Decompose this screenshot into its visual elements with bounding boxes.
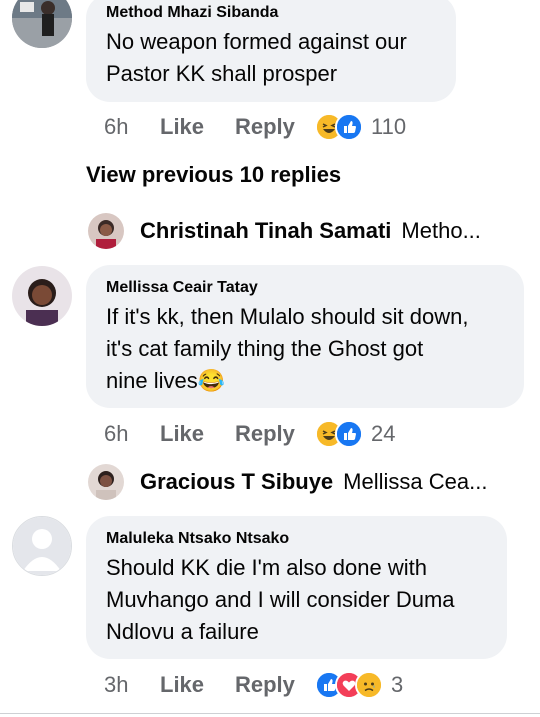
sad-icon (355, 671, 383, 699)
comment-avatar[interactable] (12, 516, 72, 576)
comment-actions: 6h Like Reply 110 (104, 112, 406, 142)
reactions-summary[interactable]: 3 (315, 671, 403, 699)
comment-text: If it's kk, then Mulalo should sit down,… (106, 304, 469, 393)
comment-timestamp[interactable]: 6h (104, 421, 160, 447)
comment-text: Should KK die I'm also done with Muvhang… (106, 555, 455, 644)
reaction-count: 3 (391, 672, 404, 697)
like-button[interactable]: Like (160, 114, 235, 140)
avatar-photo (12, 266, 72, 326)
comment-bubble: Mellissa Ceair Tatay If it's kk, then Mu… (86, 265, 524, 408)
divider (0, 713, 540, 714)
reply-author[interactable]: Gracious T Sibuye (140, 469, 333, 495)
reply-preview[interactable]: Christinah Tinah Samati Metho... (88, 211, 481, 251)
comment-timestamp[interactable]: 3h (104, 672, 160, 698)
reactions-summary[interactable]: 24 (315, 420, 395, 448)
reply-avatar (88, 213, 124, 249)
comment-text: No weapon formed against our Pastor KK s… (106, 29, 407, 86)
comment-timestamp[interactable]: 6h (104, 114, 160, 140)
comment-bubble: Maluleka Ntsako Ntsako Should KK die I'm… (86, 516, 507, 659)
reply-button[interactable]: Reply (235, 672, 315, 698)
reactions-summary[interactable]: 110 (315, 113, 406, 141)
comment-bubble: Method Mhazi Sibanda No weapon formed ag… (86, 0, 456, 102)
comment-actions: 3h Like Reply 3 (104, 670, 403, 700)
reply-button[interactable]: Reply (235, 114, 315, 140)
comment-author[interactable]: Maluleka Ntsako Ntsako (106, 530, 487, 548)
reply-snippet: Metho... (401, 218, 481, 243)
comment-actions: 6h Like Reply 24 (104, 419, 395, 449)
like-icon (335, 420, 363, 448)
like-icon (335, 113, 363, 141)
view-previous-replies[interactable]: View previous 10 replies (86, 162, 341, 188)
reply-button[interactable]: Reply (235, 421, 315, 447)
like-button[interactable]: Like (160, 672, 235, 698)
reaction-count: 110 (371, 114, 407, 139)
default-avatar-icon (13, 517, 71, 575)
reaction-count: 24 (371, 421, 396, 446)
comment-avatar[interactable] (12, 266, 72, 326)
avatar-photo (12, 0, 72, 48)
comment-author[interactable]: Mellissa Ceair Tatay (106, 279, 504, 297)
like-button[interactable]: Like (160, 421, 235, 447)
comment-avatar[interactable] (12, 0, 72, 48)
reply-avatar (88, 464, 124, 500)
comment-author[interactable]: Method Mhazi Sibanda (106, 4, 436, 22)
reply-author[interactable]: Christinah Tinah Samati (140, 218, 391, 244)
reply-snippet: Mellissa Cea... (343, 469, 488, 494)
reply-preview[interactable]: Gracious T Sibuye Mellissa Cea... (88, 462, 487, 502)
